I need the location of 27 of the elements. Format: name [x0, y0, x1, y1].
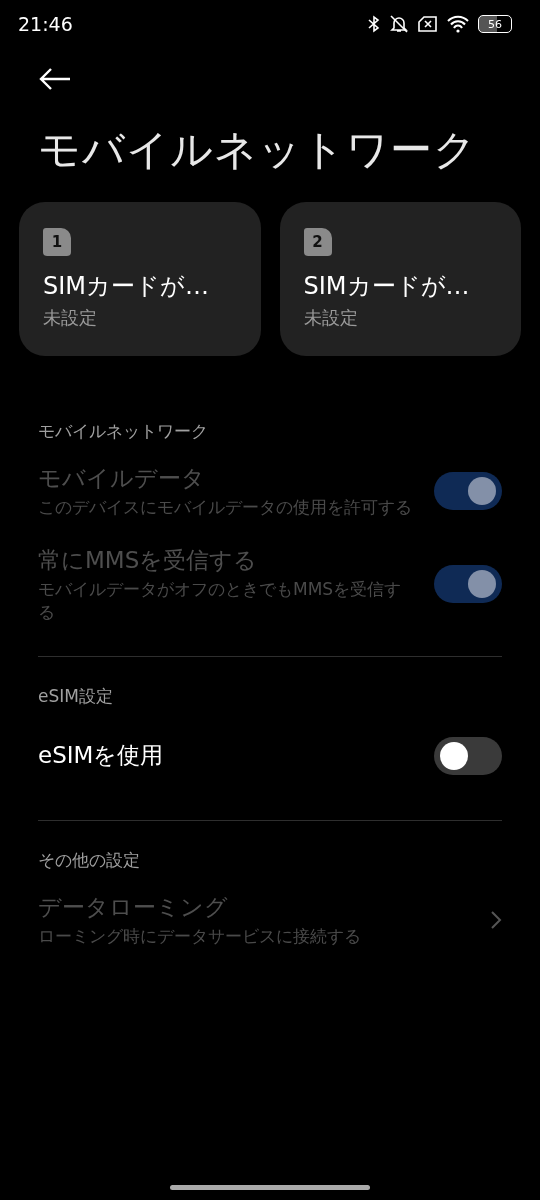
section-header: モバイルネットワーク — [38, 420, 209, 443]
muted-bell-icon — [388, 14, 410, 34]
page-title: モバイルネットワーク — [38, 124, 478, 176]
setting-title: 常にMMSを受信する — [38, 546, 259, 575]
setting-title: eSIMを使用 — [38, 741, 165, 771]
setting-description: このデバイスにモバイルデータの使用を許可する — [38, 496, 413, 519]
bluetooth-icon — [368, 15, 380, 33]
wifi-icon — [446, 15, 470, 33]
sim-card-status: 未設定 — [303, 306, 359, 330]
sim-card-status: 未設定 — [43, 306, 98, 330]
section-header: その他の設定 — [38, 848, 141, 872]
setting-title: データローミング — [38, 892, 229, 922]
no-sim-icon — [418, 16, 438, 32]
setting-title: モバイルデータ — [38, 464, 206, 494]
toggle-switch[interactable] — [434, 736, 502, 775]
battery-indicator: 56 — [478, 15, 512, 33]
sim-card[interactable]: 2 SIMカードが… 未設定 — [279, 202, 521, 356]
sim-card[interactable]: 1 SIMカードが… 未設定 — [19, 202, 261, 356]
setting-description: モバイルデータがオフのときでもMMSを受信する — [38, 578, 403, 624]
sim-card-title: SIMカードが… — [303, 271, 471, 302]
sim-card-title: SIMカードが… — [43, 271, 211, 302]
sim-number-icon: 2 — [303, 228, 332, 256]
section-header: eSIM設定 — [38, 684, 114, 708]
sim-number-icon: 1 — [43, 228, 71, 256]
setting-description: ローミング時にデータサービスに接続する — [38, 924, 362, 948]
status-time: 21:46 — [18, 13, 73, 35]
chevron-right-icon[interactable] — [490, 909, 502, 930]
